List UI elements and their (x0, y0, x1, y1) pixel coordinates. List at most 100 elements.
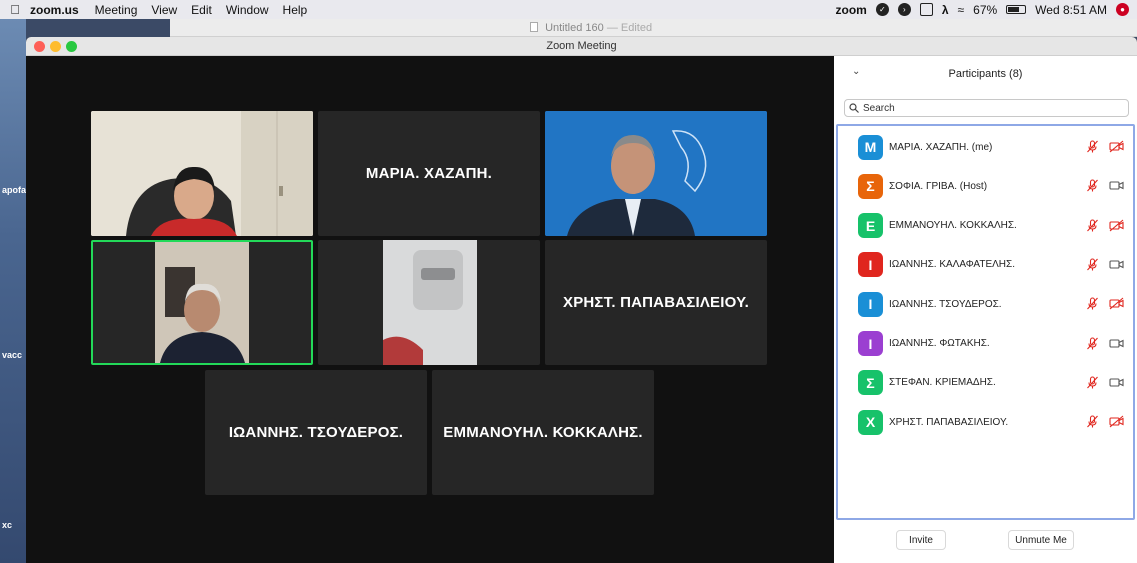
participant-row[interactable]: M ΜΑΡΙΑ. ΧΑΖΑΠΗ. (me) (858, 134, 1128, 160)
mic-muted-icon[interactable] (1086, 297, 1099, 310)
video-off-icon[interactable] (1109, 297, 1124, 310)
mic-muted-icon[interactable] (1086, 258, 1099, 271)
menu-meeting[interactable]: Meeting (95, 3, 138, 17)
menu-bar:  zoom.us Meeting View Edit Window Help … (0, 0, 1137, 19)
avatar: I (858, 252, 883, 278)
window-titlebar[interactable]: Zoom Meeting (26, 37, 1137, 56)
participant-status-icons (1086, 415, 1124, 428)
participant-name: ΣΤΕΦΑΝ. ΚΡΙΕΜΑΔΗΣ. (889, 377, 996, 389)
name-tile[interactable]: ΙΩΑΝΝΗΣ. ΤΣΟΥΔΕΡΟΣ. (205, 370, 427, 495)
participants-panel: ⌄ Participants (8) M ΜΑΡΙΑ. ΧΑΖΑΠΗ. (me) Σ… (834, 56, 1137, 563)
participant-status-icons (1086, 297, 1124, 310)
name-tile[interactable]: ΜΑΡΙΑ. ΧΑΖΑΠΗ. (318, 111, 540, 236)
panel-header: ⌄ Participants (8) (834, 56, 1137, 92)
invite-button[interactable]: Invite (896, 530, 946, 550)
battery-icon[interactable] (1006, 5, 1027, 14)
participant-status-icons (1086, 179, 1124, 192)
participant-list: M ΜΑΡΙΑ. ΧΑΖΑΠΗ. (me) Σ ΣΟΦΙΑ. ΓΡΙΒΑ. (Host… (836, 124, 1135, 520)
mic-muted-icon[interactable] (1086, 415, 1099, 428)
lambda-icon[interactable]: λ (942, 3, 949, 17)
menu-edit[interactable]: Edit (191, 3, 212, 17)
mic-muted-icon[interactable] (1086, 179, 1099, 192)
status-area: zoom ✓ › λ ≈ 67% Wed 8:51 AM ● (836, 0, 1129, 19)
participant-row[interactable]: Σ ΣΟΦΙΑ. ΓΡΙΒΑ. (Host) (858, 173, 1128, 199)
participant-name: ΣΟΦΙΑ. ΓΡΙΒΑ. (Host) (889, 180, 988, 192)
avatar: Σ (858, 370, 883, 396)
mic-muted-icon[interactable] (1086, 219, 1099, 232)
window-title: Zoom Meeting (546, 40, 617, 52)
participant-name: ΙΩΑΝΝΗΣ. ΚΑΛΑΦΑΤΕΛΗΣ. (889, 259, 1015, 271)
mic-muted-icon[interactable] (1086, 376, 1099, 389)
video-icon[interactable] (1109, 258, 1124, 271)
video-tile[interactable] (91, 111, 313, 236)
notification-icon[interactable]: ● (1116, 3, 1129, 16)
participant-name: ΕΜΜΑΝΟΥΗΛ. ΚΟΚΚΑΛΗΣ. (889, 220, 1017, 232)
zoom-window: Zoom Meeting ΜΑΡΙΑ. ΧΑΖΑΠΗ. ΧΡΗΣΤ. ΠΑΠΑΒ… (26, 37, 1137, 563)
unmute-me-button[interactable]: Unmute Me (1008, 530, 1074, 550)
airplay-icon[interactable] (919, 3, 933, 16)
avatar: X (858, 409, 883, 435)
participant-name: ΜΑΡΙΑ. ΧΑΖΑΠΗ. (me) (889, 141, 993, 153)
video-icon[interactable] (1109, 337, 1124, 350)
chevron-icon[interactable]: › (897, 3, 911, 16)
video-icon[interactable] (1109, 376, 1124, 389)
apple-icon[interactable]:  (0, 2, 30, 17)
participant-video (91, 111, 313, 236)
menu-app-name[interactable]: zoom.us (30, 3, 79, 17)
background-window-title: Untitled 160 — Edited (530, 22, 652, 34)
zoom-status-item[interactable]: zoom (836, 3, 867, 17)
participant-name: ΙΩΑΝΝΗΣ. ΤΣΟΥΔΕΡΟΣ. (889, 298, 1002, 310)
desktop-file-label[interactable]: vacc (2, 350, 22, 360)
battery-percent[interactable]: 67% (973, 3, 997, 17)
participant-video (383, 240, 477, 365)
gallery-view: ΜΑΡΙΑ. ΧΑΖΑΠΗ. ΧΡΗΣΤ. ΠΑΠΑΒΑΣΙΛΕΙΟΥ. ΙΩΑ… (26, 56, 834, 563)
video-off-icon[interactable] (1109, 140, 1124, 153)
menu-view[interactable]: View (151, 3, 177, 17)
mic-muted-icon[interactable] (1086, 140, 1099, 153)
background-window[interactable]: Untitled 160 — Edited (170, 19, 1137, 37)
participant-row[interactable]: E ΕΜΜΑΝΟΥΗΛ. ΚΟΚΚΑΛΗΣ. (858, 213, 1128, 239)
video-tile[interactable] (318, 240, 540, 365)
search-input[interactable] (863, 102, 1113, 114)
panel-title: Participants (8) (948, 68, 1023, 80)
participant-status-icons (1086, 140, 1124, 153)
desktop-file-label[interactable]: xc (2, 520, 12, 530)
participant-status-icons (1086, 219, 1124, 232)
participant-status-icons (1086, 258, 1124, 271)
participant-video (155, 242, 249, 363)
wifi-icon[interactable]: ≈ (958, 3, 965, 17)
avatar: Σ (858, 173, 883, 199)
search-icon (849, 103, 859, 113)
video-tile[interactable] (545, 111, 767, 236)
participant-name: ΧΡΗΣΤ. ΠΑΠΑΒΑΣΙΛΕΙΟΥ. (889, 416, 1009, 428)
participant-row[interactable]: I ΙΩΑΝΝΗΣ. ΦΩΤΑΚΗΣ. (858, 331, 1128, 357)
participant-status-icons (1086, 376, 1124, 389)
video-tile-active-speaker[interactable] (91, 240, 313, 365)
name-tile[interactable]: ΕΜΜΑΝΟΥΗΛ. ΚΟΚΚΑΛΗΣ. (432, 370, 654, 495)
participant-name: ΕΜΜΑΝΟΥΗΛ. ΚΟΚΚΑΛΗΣ. (443, 424, 643, 441)
datetime[interactable]: Wed 8:51 AM (1035, 3, 1107, 17)
name-tile[interactable]: ΧΡΗΣΤ. ΠΑΠΑΒΑΣΙΛΕΙΟΥ. (545, 240, 767, 365)
mic-muted-icon[interactable] (1086, 336, 1099, 350)
menu-window[interactable]: Window (226, 3, 269, 17)
video-icon[interactable] (1109, 179, 1124, 192)
desktop: apofa vacc xc (0, 19, 26, 563)
participant-name: ΜΑΡΙΑ. ΧΑΖΑΠΗ. (365, 165, 493, 182)
participant-name: ΧΡΗΣΤ. ΠΑΠΑΒΑΣΙΛΕΙΟΥ. (562, 294, 749, 311)
chevron-down-icon[interactable]: ⌄ (852, 66, 860, 77)
video-off-icon[interactable] (1109, 415, 1124, 428)
desktop-file-label[interactable]: apofa (2, 185, 26, 195)
participant-row[interactable]: Σ ΣΤΕΦΑΝ. ΚΡΙΕΜΑΔΗΣ. (858, 370, 1128, 396)
menu-help[interactable]: Help (283, 3, 308, 17)
participant-status-icons (1086, 336, 1124, 350)
avatar: M (858, 134, 883, 160)
participant-row[interactable]: I ΙΩΑΝΝΗΣ. ΚΑΛΑΦΑΤΕΛΗΣ. (858, 252, 1128, 278)
search-box[interactable] (844, 99, 1129, 117)
participant-row[interactable]: I ΙΩΑΝΝΗΣ. ΤΣΟΥΔΕΡΟΣ. (858, 291, 1128, 317)
participant-row[interactable]: X ΧΡΗΣΤ. ΠΑΠΑΒΑΣΙΛΕΙΟΥ. (858, 409, 1128, 435)
check-icon[interactable]: ✓ (875, 3, 889, 16)
participant-name: ΙΩΑΝΝΗΣ. ΦΩΤΑΚΗΣ. (889, 338, 990, 349)
avatar: I (858, 331, 883, 356)
video-off-icon[interactable] (1109, 219, 1124, 232)
participant-video (545, 111, 767, 236)
